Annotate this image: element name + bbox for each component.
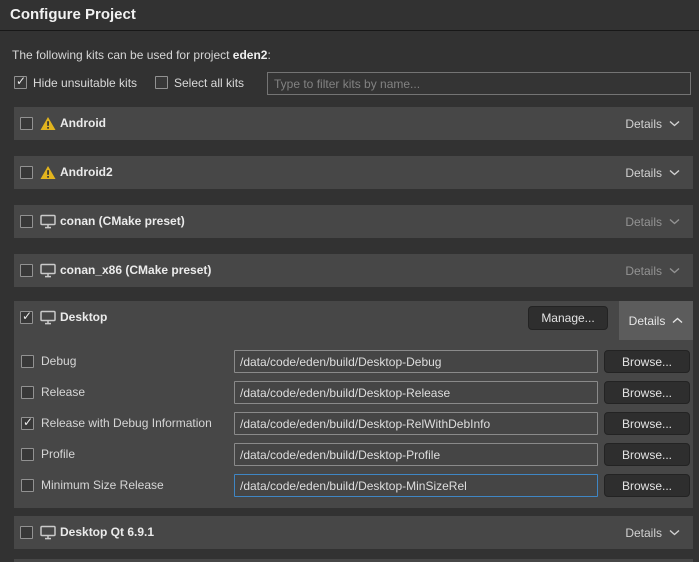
kit-checkbox[interactable] (20, 526, 33, 539)
details-label: Details (625, 166, 662, 180)
details-toggle[interactable]: Details (619, 301, 693, 340)
details-label: Details (625, 117, 662, 131)
kit-checkbox[interactable] (20, 311, 33, 324)
title-divider (0, 30, 699, 31)
details-toggle[interactable]: Details (612, 516, 693, 549)
project-name: eden2 (233, 48, 268, 62)
kit-name: Desktop (60, 301, 107, 334)
build-config-checkbox[interactable] (21, 479, 34, 492)
build-dir-input[interactable] (234, 412, 598, 435)
build-dir-input[interactable] (234, 381, 598, 404)
kit-name: Desktop Qt 6.9.1 (60, 516, 154, 549)
kit-name: Android2 (60, 156, 113, 189)
hide-unsuitable-checkbox[interactable] (14, 76, 27, 89)
kit-row-desktop: Desktop Manage... Details Debug Browse..… (14, 301, 693, 508)
build-config-label: Debug (41, 350, 76, 373)
warning-icon (40, 165, 57, 181)
manage-button[interactable]: Manage... (528, 306, 608, 330)
details-toggle[interactable]: Details (612, 205, 693, 238)
desktop-icon (40, 525, 57, 541)
kit-row-android2: Android2 Details (14, 156, 693, 189)
chevron-down-icon (669, 120, 680, 127)
build-config-row-release: Release Browse... (14, 381, 693, 404)
desktop-icon (40, 214, 57, 230)
build-config-checkbox[interactable] (21, 386, 34, 399)
build-config-row-minsizerel: Minimum Size Release Browse... (14, 474, 693, 497)
warning-icon (40, 116, 57, 132)
details-toggle[interactable]: Details (612, 156, 693, 189)
desktop-icon (40, 263, 57, 279)
kit-checkbox[interactable] (20, 215, 33, 228)
details-toggle[interactable]: Details (612, 254, 693, 287)
select-all-kits-checkbox[interactable] (155, 76, 168, 89)
build-dir-input[interactable] (234, 350, 598, 373)
browse-button[interactable]: Browse... (604, 381, 690, 404)
build-dir-input[interactable] (234, 474, 598, 497)
desktop-icon (40, 310, 57, 326)
chevron-down-icon (669, 267, 680, 274)
details-label: Details (625, 215, 662, 229)
kit-row-desktop-qt-691: Desktop Qt 6.9.1 Details (14, 516, 693, 549)
build-config-label: Release (41, 381, 85, 404)
kit-row-conan: conan (CMake preset) Details (14, 205, 693, 238)
build-config-row-relwithdebinfo: Release with Debug Information Browse... (14, 412, 693, 435)
chevron-down-icon (669, 218, 680, 225)
kit-name: Android (60, 107, 106, 140)
build-config-label: Profile (41, 443, 75, 466)
kit-row-conan-x86: conan_x86 (CMake preset) Details (14, 254, 693, 287)
kit-row-android: Android Details (14, 107, 693, 140)
chevron-down-icon (669, 169, 680, 176)
build-config-row-debug: Debug Browse... (14, 350, 693, 373)
intro-prefix: The following kits can be used for proje… (12, 48, 233, 62)
details-label: Details (625, 264, 662, 278)
build-config-label: Release with Debug Information (41, 412, 212, 435)
build-config-checkbox[interactable] (21, 448, 34, 461)
page-title: Configure Project (10, 6, 136, 23)
select-all-kits-label: Select all kits (174, 76, 244, 91)
details-label: Details (629, 314, 666, 328)
hide-unsuitable-label: Hide unsuitable kits (33, 76, 137, 91)
kit-name: conan_x86 (CMake preset) (60, 254, 211, 287)
build-config-checkbox[interactable] (21, 417, 34, 430)
intro-text: The following kits can be used for proje… (12, 48, 271, 62)
build-config-label: Minimum Size Release (41, 474, 164, 497)
kit-name: conan (CMake preset) (60, 205, 185, 238)
browse-button[interactable]: Browse... (604, 474, 690, 497)
kit-checkbox[interactable] (20, 166, 33, 179)
build-dir-input[interactable] (234, 443, 598, 466)
kit-checkbox[interactable] (20, 264, 33, 277)
details-label: Details (625, 526, 662, 540)
kit-checkbox[interactable] (20, 117, 33, 130)
build-config-checkbox[interactable] (21, 355, 34, 368)
build-config-row-profile: Profile Browse... (14, 443, 693, 466)
chevron-up-icon (672, 317, 683, 324)
kit-filter-input[interactable] (267, 72, 691, 95)
details-toggle[interactable]: Details (612, 107, 693, 140)
intro-suffix: : (267, 48, 270, 62)
browse-button[interactable]: Browse... (604, 443, 690, 466)
browse-button[interactable]: Browse... (604, 412, 690, 435)
browse-button[interactable]: Browse... (604, 350, 690, 373)
chevron-down-icon (669, 529, 680, 536)
